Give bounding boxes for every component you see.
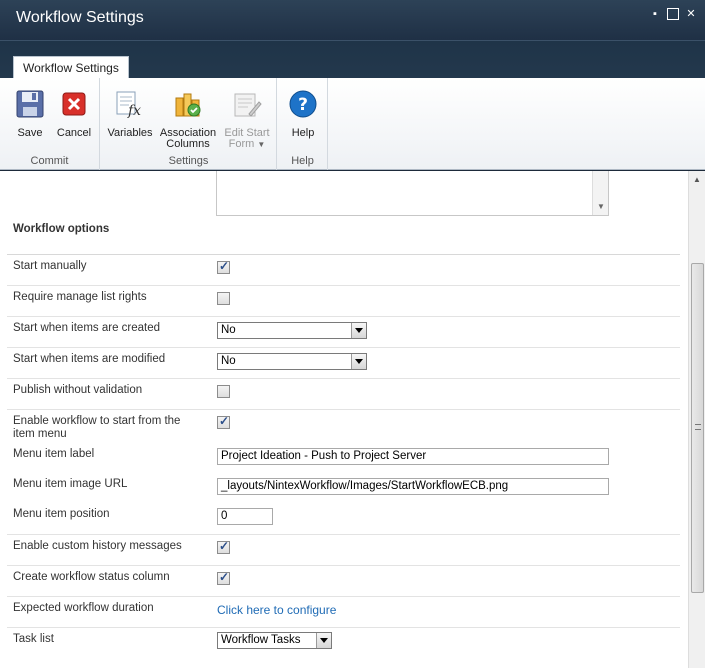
row-start-manually: Start manually [7,255,680,286]
row-menu-item-position: Menu item position 0 [7,504,680,535]
association-label-2: Columns [166,138,210,150]
window-title: Workflow Settings [16,9,144,26]
ribbon-group-commit: Save Cancel Commit [0,78,100,170]
edit-start-label-2: Form [228,138,255,150]
row-require-rights: Require manage list rights [7,286,680,317]
row-publish-without-validation: Publish without validation [7,379,680,410]
row-task-list: Task list Workflow Tasks [7,628,680,668]
custom-history-label: Enable custom history messages [13,540,182,552]
page-scrollbar[interactable]: ▲ [688,171,705,668]
task-list-label: Task list [13,633,54,645]
save-label: Save [17,127,43,139]
row-start-created: Start when items are created No [7,317,680,348]
row-custom-history: Enable custom history messages [7,535,680,566]
row-menu-item-label: Menu item label Project Ideation - Push … [7,444,680,474]
close-icon[interactable]: ✕ [685,8,697,20]
row-status-column: Create workflow status column [7,566,680,597]
menu-item-image-input[interactable]: _layouts/NintexWorkflow/Images/StartWork… [217,478,609,495]
task-list-select[interactable]: Workflow Tasks [217,632,332,649]
start-manually-label: Start manually [13,260,87,272]
scroll-down-icon[interactable]: ▼ [597,202,605,211]
menu-item-label-label: Menu item label [13,448,95,460]
require-rights-label: Require manage list rights [13,291,147,303]
enable-item-menu-checkbox[interactable] [217,414,230,429]
grip-icon [695,424,701,430]
section-title: Workflow options [13,223,110,235]
description-textarea[interactable]: ▼ [216,171,609,216]
configure-duration-link[interactable]: Click here to configure [217,603,336,617]
minimize-icon[interactable]: ▪ [649,8,661,20]
textarea-scrollbar[interactable]: ▼ [592,171,608,215]
publish-without-validation-checkbox[interactable] [217,385,230,398]
cancel-icon [62,92,86,116]
start-modified-value: No [221,355,236,367]
menu-item-position-input[interactable]: 0 [217,508,273,525]
ribbon: Save Cancel Commit fx Variables Associat… [0,78,705,170]
chevron-down-icon[interactable] [351,323,366,338]
row-menu-item-image: Menu item image URL _layouts/NintexWorkf… [7,474,680,504]
chevron-down-icon: ▼ [257,140,266,149]
start-created-label: Start when items are created [13,322,161,334]
menu-item-position-label: Menu item position [13,508,110,520]
edit-start-form-icon [234,93,262,117]
group-label-commit: Commit [30,155,69,167]
group-label-help: Help [291,155,314,167]
chevron-down-icon[interactable] [316,633,331,648]
expected-duration-label: Expected workflow duration [13,602,154,614]
menu-item-image-label: Menu item image URL [13,478,128,490]
svg-text:?: ? [298,95,308,115]
variables-icon: fx [116,91,141,119]
start-created-select[interactable]: No [217,322,367,339]
enable-item-menu-label: Enable workflow to start from the item m… [13,415,181,440]
association-columns-icon [175,93,201,117]
ribbon-group-settings: fx Variables Association Columns Edit St… [101,78,277,170]
ribbon-group-help: ? Help Help [278,78,328,170]
edit-start-form-button[interactable]: Edit Start Form ▼ [221,88,273,150]
ribbon-tab-strip: Workflow Settings [0,40,705,79]
save-icon [16,90,44,118]
tab-workflow-settings[interactable]: Workflow Settings [13,56,129,79]
start-manually-checkbox[interactable] [217,259,230,274]
association-columns-button[interactable]: Association Columns [157,88,219,150]
settings-content: ▼ Workflow options Start manually Requir… [0,171,705,668]
svg-text:fx: fx [127,103,141,119]
start-modified-label: Start when items are modified [13,353,166,365]
scrollbar-thumb[interactable] [691,263,704,593]
row-enable-item-menu: Enable workflow to start from the item m… [7,410,680,444]
variables-label: Variables [107,127,153,139]
status-column-checkbox[interactable] [217,570,230,585]
variables-button[interactable]: fx Variables [105,88,155,139]
row-start-modified: Start when items are modified No [7,348,680,379]
cancel-button[interactable]: Cancel [54,88,94,139]
help-icon: ? [289,90,317,118]
custom-history-checkbox[interactable] [217,539,230,554]
task-list-value: Workflow Tasks [221,634,301,646]
publish-without-validation-label: Publish without validation [13,384,143,396]
cancel-label: Cancel [56,127,92,139]
chevron-down-icon[interactable] [351,354,366,369]
save-button[interactable]: Save [12,88,48,139]
require-rights-checkbox[interactable] [217,292,230,305]
window-titlebar: Workflow Settings ▪ ✕ [0,0,705,40]
window-controls: ▪ ✕ [649,8,697,20]
group-label-settings: Settings [168,155,209,167]
help-label: Help [291,127,315,139]
help-button[interactable]: ? Help [285,88,321,139]
start-created-value: No [221,324,236,336]
maximize-icon[interactable] [667,8,679,20]
scroll-up-icon[interactable]: ▲ [693,175,701,184]
menu-item-label-input[interactable]: Project Ideation - Push to Project Serve… [217,448,609,465]
start-modified-select[interactable]: No [217,353,367,370]
row-expected-duration: Expected workflow duration Click here to… [7,597,680,628]
status-column-label: Create workflow status column [13,571,170,583]
